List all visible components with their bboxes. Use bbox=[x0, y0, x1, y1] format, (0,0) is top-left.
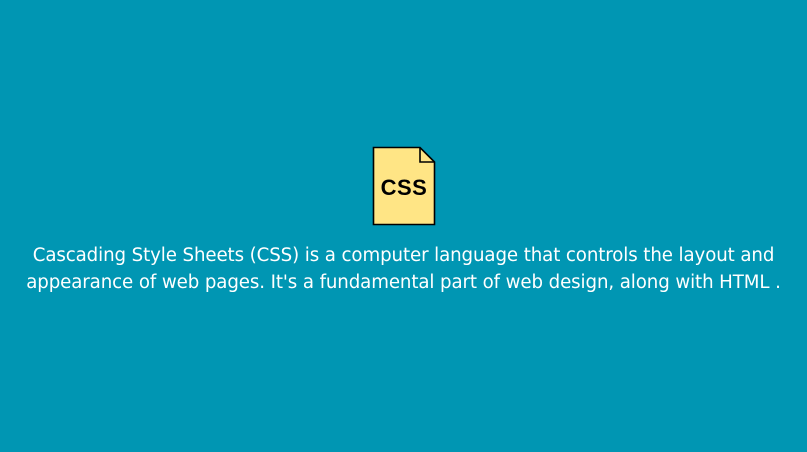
css-file-icon: CSS bbox=[372, 146, 436, 226]
description-text: Cascading Style Sheets (CSS) is a comput… bbox=[26, 245, 781, 293]
file-type-label: CSS bbox=[380, 175, 428, 200]
slide-canvas: CSS Cascading Style Sheets (CSS) is a co… bbox=[0, 0, 807, 452]
